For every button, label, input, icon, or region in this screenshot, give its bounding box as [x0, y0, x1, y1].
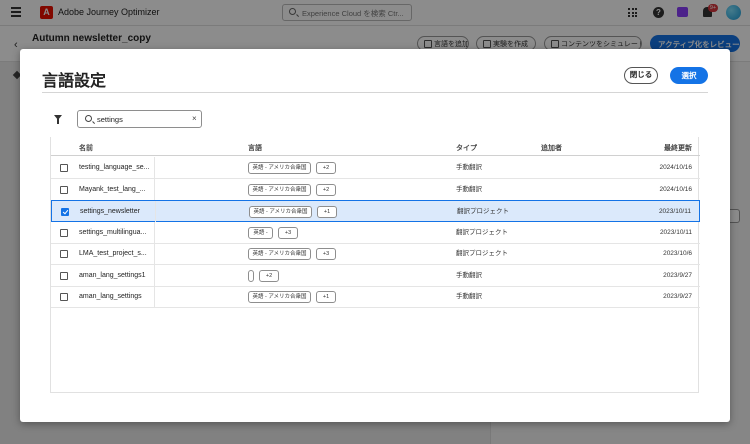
row-checkbox[interactable] [60, 228, 68, 237]
filter-icon[interactable] [54, 115, 62, 124]
row-name: settings_newsletter [80, 201, 156, 222]
more-languages-tag[interactable]: +2 [316, 183, 336, 196]
table-header: 名前 言語 タイプ 追加者 最終更新 [51, 137, 700, 156]
table-row[interactable]: aman_lang_settings 英語 - アメリカ合衆国 +1 手動翻訳 2023… [51, 286, 700, 308]
row-type: 手動翻訳 [456, 185, 482, 193]
more-languages-tag[interactable]: +2 [316, 162, 336, 174]
row-name: LMA_test_project_s... [79, 243, 155, 264]
table-row[interactable]: aman_lang_settings1 +2 手動翻訳 2023/9/27 [51, 264, 700, 287]
row-checkbox[interactable] [60, 250, 68, 258]
row-type: 翻訳プロジェクト [457, 208, 509, 215]
more-languages-tag[interactable]: +3 [316, 248, 336, 260]
row-type: 手動翻訳 [456, 293, 482, 300]
column-header-last-updated[interactable]: 最終更新 [664, 143, 692, 153]
column-header-language[interactable]: 言語 [248, 143, 262, 153]
more-languages-tag[interactable]: +2 [259, 269, 279, 282]
table-row[interactable]: Mayank_test_lang_... 英語 - アメリカ合衆国 +2 手動翻訳 20… [51, 178, 700, 201]
row-checkbox[interactable] [60, 185, 68, 194]
row-name: aman_lang_settings1 [79, 264, 155, 286]
language-tag: 英語 - [248, 226, 273, 239]
row-checkbox[interactable] [60, 164, 68, 172]
row-last-updated: 2024/10/16 [659, 164, 692, 171]
language-tag: 英語 - アメリカ合衆国 [248, 248, 311, 260]
language-tag: 英語 - アメリカ合衆国 [248, 162, 311, 174]
close-button[interactable]: 閉じる [624, 67, 658, 84]
row-last-updated: 2023/10/11 [659, 228, 692, 236]
row-type: 手動翻訳 [456, 164, 482, 171]
row-checkbox[interactable] [61, 208, 69, 216]
column-header-type[interactable]: タイプ [456, 143, 477, 153]
table-row[interactable]: settings_multilingua... 英語 - +3 翻訳プロジェクト 202… [51, 221, 700, 244]
row-checkbox[interactable] [60, 293, 68, 301]
more-languages-tag[interactable]: +3 [278, 226, 298, 239]
language-tag: 英語 - アメリカ合衆国 [249, 206, 312, 218]
language-settings-table: 名前 言語 タイプ 追加者 最終更新 testing_language_se..… [50, 137, 700, 393]
select-button[interactable]: 選択 [670, 67, 708, 84]
header-divider [42, 92, 708, 93]
row-last-updated: 2023/10/6 [663, 250, 692, 257]
settings-search-field[interactable]: × [77, 110, 202, 128]
row-last-updated: 2023/10/11 [658, 208, 691, 215]
row-checkbox[interactable] [60, 271, 68, 280]
settings-search-input[interactable] [97, 113, 187, 125]
row-type: 翻訳プロジェクト [456, 250, 508, 257]
row-name: testing_language_se... [79, 157, 155, 178]
row-last-updated: 2023/9/27 [663, 293, 692, 300]
row-name: Mayank_test_lang_... [79, 178, 155, 200]
column-header-name[interactable]: 名前 [79, 143, 93, 153]
table-row[interactable]: settings_newsletter 英語 - アメリカ合衆国 +1 翻訳プロジェク… [51, 200, 700, 222]
row-name: settings_multilingua... [79, 221, 155, 243]
row-type: 翻訳プロジェクト [456, 228, 508, 236]
language-tag: 英語 - アメリカ合衆国 [248, 183, 311, 196]
column-header-added-by[interactable]: 追加者 [541, 143, 562, 153]
table-row[interactable]: LMA_test_project_s... 英語 - アメリカ合衆国 +3 翻訳プロジ… [51, 243, 700, 265]
row-last-updated: 2023/9/27 [663, 271, 692, 279]
clear-search-icon[interactable]: × [192, 114, 197, 123]
dialog-title: 言語設定 [42, 73, 107, 90]
row-type: 手動翻訳 [456, 271, 482, 279]
table-row[interactable]: testing_language_se... 英語 - アメリカ合衆国 +2 手動翻訳… [51, 157, 700, 179]
more-languages-tag[interactable]: +1 [316, 291, 336, 303]
row-name: aman_lang_settings [79, 286, 155, 307]
row-last-updated: 2024/10/16 [659, 185, 692, 193]
language-tag: 英語 - アメリカ合衆国 [248, 291, 311, 303]
search-icon [85, 115, 92, 122]
language-settings-dialog: 言語設定 閉じる 選択 × 名前 言語 タイプ 追加者 最終更新 testing… [20, 49, 730, 422]
language-tag [248, 269, 254, 282]
more-languages-tag[interactable]: +1 [317, 206, 337, 218]
